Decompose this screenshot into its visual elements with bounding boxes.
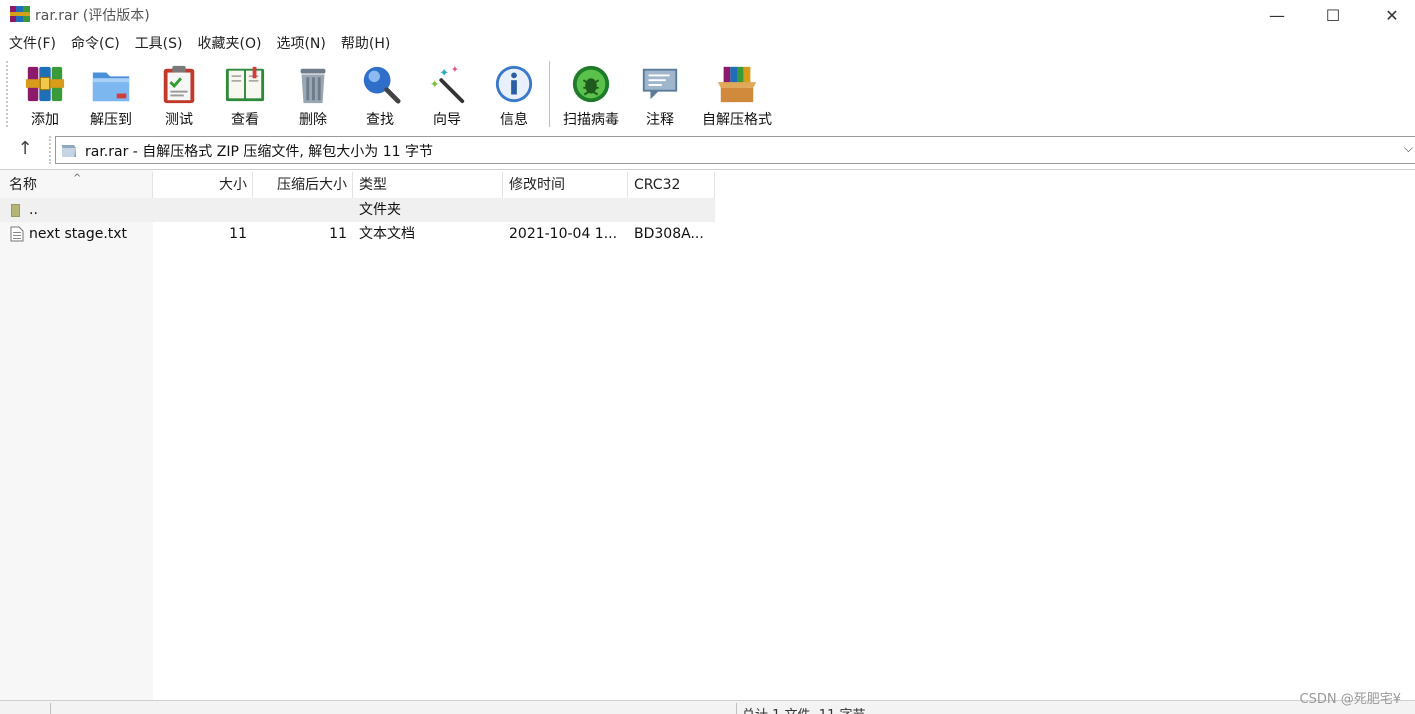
extract-to-label: 解压到 [90, 112, 132, 128]
test-button[interactable]: 测试 [146, 63, 212, 129]
list-item-next-stage[interactable]: next stage.txt 11 11 文本文档 2021-10-04 1..… [0, 222, 715, 246]
column-header-modified[interactable]: 修改时间 [503, 172, 628, 198]
column-header-crc32[interactable]: CRC32 [628, 172, 715, 198]
add-label: 添加 [31, 112, 59, 128]
sfx-button[interactable]: 自解压格式 [697, 63, 777, 129]
test-label: 测试 [165, 112, 193, 128]
address-grip [49, 136, 52, 164]
status-bar: 总计 1 文件, 11 字节 [0, 700, 1415, 714]
add-archive-icon [25, 66, 65, 102]
address-row: ↑ rar.rar - 自解压格式 ZIP 压缩文件, 解包大小为 11 字节 … [0, 133, 1415, 167]
wizard-label: 向导 [433, 112, 461, 128]
svg-text:✦: ✦ [439, 65, 449, 79]
sort-ascending-icon: ^ [73, 173, 82, 184]
view-label: 查看 [231, 112, 259, 128]
delete-button[interactable]: 删除 [280, 63, 346, 129]
toolbar: 添加 解压到 测试 查看 删除 查找 ✦ ✦ ✦ 向导 信息 扫描病毒 注释 自… [0, 57, 1415, 131]
text-file-icon [10, 226, 24, 242]
test-clipboard-icon [163, 65, 195, 104]
find-button[interactable]: 查找 [347, 63, 413, 129]
status-divider [736, 703, 737, 714]
find-label: 查找 [366, 112, 394, 128]
status-summary: 总计 1 文件, 11 字节 [742, 704, 865, 714]
delete-trash-icon [300, 68, 326, 104]
file-crc32: BD308A... [634, 226, 704, 242]
menu-bar: 文件(F) 命令(C) 工具(S) 收藏夹(O) 选项(N) 帮助(H) [0, 33, 397, 55]
file-type: 文件夹 [359, 202, 401, 218]
close-button[interactable]: ✕ [1369, 0, 1415, 30]
view-button[interactable]: 查看 [212, 63, 278, 129]
title-bar: rar.rar (评估版本) — ☐ ✕ [0, 0, 1415, 30]
info-icon [495, 65, 533, 103]
wizard-wand-icon: ✦ ✦ ✦ [430, 65, 465, 104]
file-list: 名称 ^ 大小 压缩后大小 类型 修改时间 CRC32 .. 文件夹 next … [0, 169, 1415, 701]
up-arrow-icon[interactable]: ↑ [14, 139, 36, 161]
window-title: rar.rar (评估版本) [35, 8, 150, 24]
sfx-label: 自解压格式 [702, 112, 772, 128]
minimize-button[interactable]: — [1254, 0, 1300, 30]
file-modified: 2021-10-04 1... [509, 226, 618, 242]
menu-help[interactable]: 帮助(H) [333, 33, 397, 55]
column-header-type[interactable]: 类型 [353, 172, 503, 198]
delete-label: 删除 [299, 112, 327, 128]
comment-icon [642, 68, 678, 100]
column-header-name[interactable]: 名称 ^ [0, 172, 153, 198]
info-label: 信息 [500, 112, 528, 128]
name-column-background [0, 170, 153, 701]
maximize-button[interactable]: ☐ [1310, 0, 1356, 30]
file-name: next stage.txt [29, 226, 128, 242]
toolbar-grip [6, 61, 9, 127]
extract-folder-icon [92, 72, 130, 102]
file-modified [509, 198, 624, 222]
address-combobox[interactable]: rar.rar - 自解压格式 ZIP 压缩文件, 解包大小为 11 字节 ⌵ [55, 136, 1415, 164]
file-size [153, 198, 247, 222]
column-header-packed[interactable]: 压缩后大小 [253, 172, 353, 198]
virus-scan-icon [572, 65, 610, 103]
file-packed-size: 11 [329, 226, 347, 242]
address-text: rar.rar - 自解压格式 ZIP 压缩文件, 解包大小为 11 字节 [85, 144, 433, 160]
list-item-parent-folder[interactable]: .. 文件夹 [0, 198, 715, 222]
menu-options[interactable]: 选项(N) [268, 33, 332, 55]
archive-icon [62, 145, 76, 157]
comment-button[interactable]: 注释 [627, 63, 693, 129]
file-name: .. [29, 202, 38, 218]
info-button[interactable]: 信息 [481, 63, 547, 129]
menu-favorites[interactable]: 收藏夹(O) [190, 33, 269, 55]
column-header-name-label: 名称 [9, 177, 37, 193]
add-button[interactable]: 添加 [12, 63, 78, 129]
virus-scan-button[interactable]: 扫描病毒 [557, 63, 625, 129]
extract-to-button[interactable]: 解压到 [78, 63, 144, 129]
file-packed-size [253, 198, 347, 222]
menu-file[interactable]: 文件(F) [0, 33, 63, 55]
view-book-icon [225, 66, 265, 102]
file-crc32 [634, 198, 714, 222]
sfx-box-icon [717, 66, 757, 103]
file-type: 文本文档 [359, 226, 415, 242]
virus-scan-label: 扫描病毒 [563, 112, 619, 128]
watermark: CSDN @死肥宅¥ [1299, 692, 1401, 707]
winrar-app-icon [10, 6, 30, 22]
menu-commands[interactable]: 命令(C) [63, 33, 127, 55]
chevron-down-icon[interactable]: ⌵ [1404, 141, 1413, 156]
wizard-button[interactable]: ✦ ✦ ✦ 向导 [414, 63, 480, 129]
column-header-size[interactable]: 大小 [153, 172, 253, 198]
find-magnifier-icon [363, 66, 401, 104]
file-size: 11 [229, 226, 247, 242]
toolbar-separator [549, 61, 550, 127]
comment-label: 注释 [646, 112, 674, 128]
folder-icon [11, 204, 20, 217]
svg-text:✦: ✦ [451, 65, 459, 76]
svg-text:✦: ✦ [430, 77, 440, 91]
status-divider [50, 703, 51, 714]
menu-tools[interactable]: 工具(S) [127, 33, 190, 55]
